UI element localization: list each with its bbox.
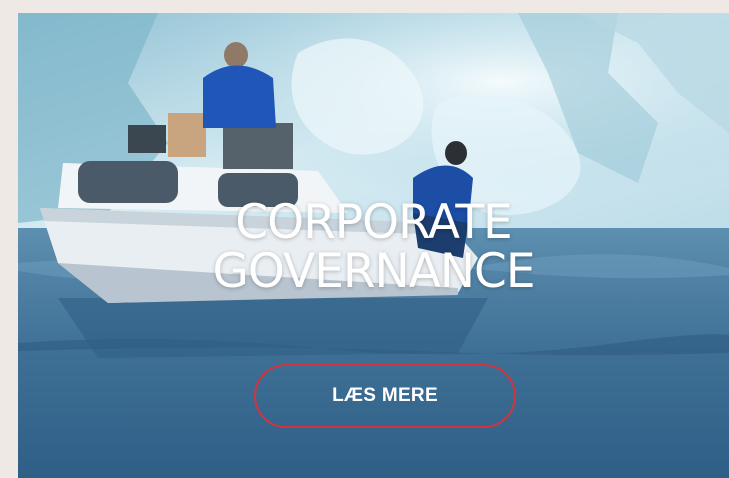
title-line-2: GOVERNANCE — [212, 244, 535, 299]
read-more-button[interactable]: LÆS MERE — [254, 364, 516, 428]
page-title: CORPORATE GOVERNANCE — [18, 198, 729, 296]
page: CORPORATE GOVERNANCE LÆS MERE — [0, 0, 729, 478]
title-line-1: CORPORATE — [235, 195, 512, 250]
hero-banner: CORPORATE GOVERNANCE LÆS MERE — [18, 13, 729, 478]
